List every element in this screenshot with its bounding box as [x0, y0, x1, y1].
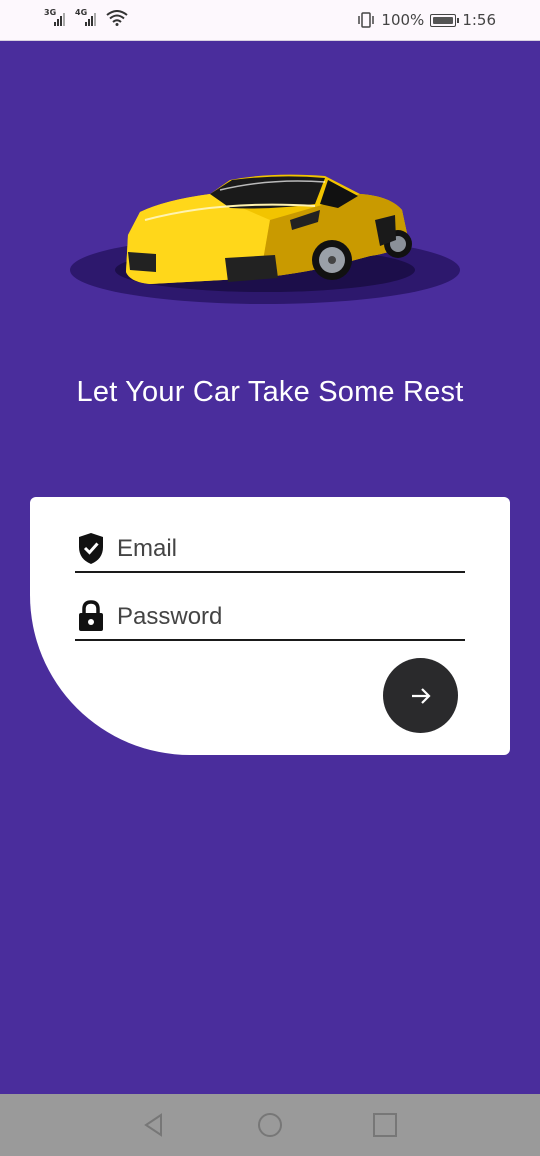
signal-3g-icon: 3G [44, 8, 65, 26]
car-illustration [70, 174, 460, 304]
clock: 1:56 [462, 11, 496, 29]
battery-icon [430, 13, 460, 27]
login-card [30, 497, 510, 755]
back-triangle-icon[interactable] [141, 1112, 167, 1138]
password-field [75, 595, 465, 641]
password-input[interactable] [115, 597, 459, 637]
recents-square-icon[interactable] [372, 1112, 398, 1138]
signal-4g-icon: 4G [75, 8, 96, 26]
lock-icon [79, 600, 103, 631]
tagline: Let Your Car Take Some Rest [76, 376, 464, 408]
email-field [75, 527, 465, 573]
navigation-bar [0, 1094, 540, 1156]
battery-percent: 100% [381, 11, 425, 29]
vibrate-icon [358, 12, 375, 28]
wifi-icon [106, 10, 128, 26]
submit-button[interactable] [383, 658, 458, 733]
email-input[interactable] [115, 529, 459, 569]
home-circle-icon[interactable] [257, 1112, 283, 1138]
shield-check-icon [79, 533, 103, 564]
status-bar: 3G 4G 100% 1:56 [0, 0, 540, 41]
arrow-right-icon [411, 687, 431, 704]
